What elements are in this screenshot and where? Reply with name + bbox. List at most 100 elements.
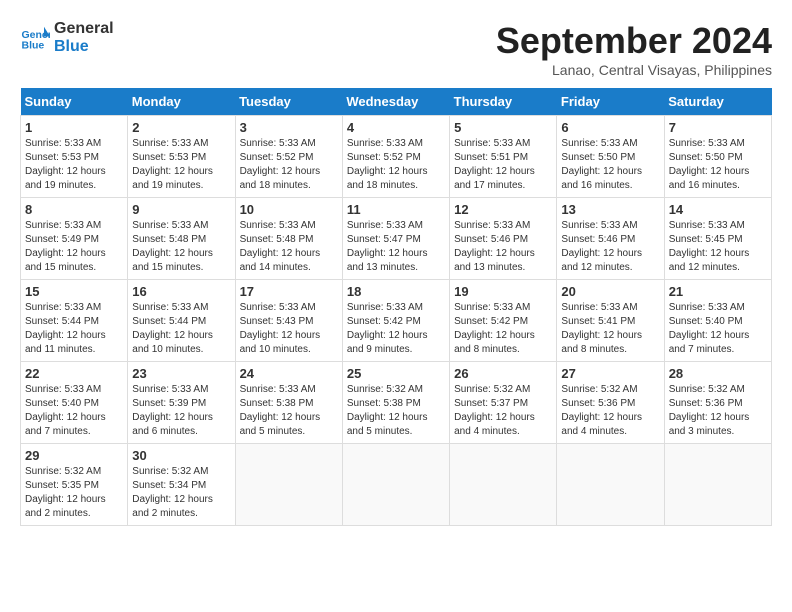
logo-icon: General Blue: [20, 23, 50, 53]
calendar-day-cell: [557, 444, 664, 526]
calendar-week-row: 22 Sunrise: 5:33 AMSunset: 5:40 PMDaylig…: [21, 362, 772, 444]
day-info: Sunrise: 5:32 AMSunset: 5:35 PMDaylight:…: [25, 466, 106, 519]
day-number: 6: [561, 120, 659, 135]
calendar-day-cell: 18 Sunrise: 5:33 AMSunset: 5:42 PMDaylig…: [342, 280, 449, 362]
calendar-day-cell: 25 Sunrise: 5:32 AMSunset: 5:38 PMDaylig…: [342, 362, 449, 444]
calendar-week-row: 8 Sunrise: 5:33 AMSunset: 5:49 PMDayligh…: [21, 198, 772, 280]
weekday-header: Wednesday: [342, 88, 449, 116]
day-number: 21: [669, 284, 767, 299]
title-block: September 2024 Lanao, Central Visayas, P…: [496, 20, 772, 78]
calendar-day-cell: [450, 444, 557, 526]
calendar-day-cell: 9 Sunrise: 5:33 AMSunset: 5:48 PMDayligh…: [128, 198, 235, 280]
svg-text:Blue: Blue: [22, 39, 45, 51]
day-number: 3: [240, 120, 338, 135]
calendar-body: 1 Sunrise: 5:33 AMSunset: 5:53 PMDayligh…: [21, 116, 772, 526]
day-number: 7: [669, 120, 767, 135]
day-info: Sunrise: 5:33 AMSunset: 5:51 PMDaylight:…: [454, 138, 535, 191]
day-info: Sunrise: 5:33 AMSunset: 5:42 PMDaylight:…: [347, 302, 428, 355]
day-number: 12: [454, 202, 552, 217]
day-number: 22: [25, 366, 123, 381]
calendar-day-cell: 1 Sunrise: 5:33 AMSunset: 5:53 PMDayligh…: [21, 116, 128, 198]
day-info: Sunrise: 5:32 AMSunset: 5:34 PMDaylight:…: [132, 466, 213, 519]
day-number: 27: [561, 366, 659, 381]
calendar-day-cell: 6 Sunrise: 5:33 AMSunset: 5:50 PMDayligh…: [557, 116, 664, 198]
day-number: 15: [25, 284, 123, 299]
calendar-day-cell: 14 Sunrise: 5:33 AMSunset: 5:45 PMDaylig…: [664, 198, 771, 280]
day-info: Sunrise: 5:33 AMSunset: 5:50 PMDaylight:…: [561, 138, 642, 191]
calendar-day-cell: 12 Sunrise: 5:33 AMSunset: 5:46 PMDaylig…: [450, 198, 557, 280]
calendar-day-cell: 23 Sunrise: 5:33 AMSunset: 5:39 PMDaylig…: [128, 362, 235, 444]
logo-line1: General: [54, 20, 114, 38]
day-info: Sunrise: 5:32 AMSunset: 5:36 PMDaylight:…: [561, 384, 642, 437]
day-info: Sunrise: 5:33 AMSunset: 5:53 PMDaylight:…: [25, 138, 106, 191]
day-number: 5: [454, 120, 552, 135]
day-number: 10: [240, 202, 338, 217]
day-info: Sunrise: 5:33 AMSunset: 5:52 PMDaylight:…: [347, 138, 428, 191]
location-subtitle: Lanao, Central Visayas, Philippines: [496, 62, 772, 78]
calendar-table: SundayMondayTuesdayWednesdayThursdayFrid…: [20, 88, 772, 526]
day-info: Sunrise: 5:33 AMSunset: 5:42 PMDaylight:…: [454, 302, 535, 355]
day-info: Sunrise: 5:33 AMSunset: 5:44 PMDaylight:…: [132, 302, 213, 355]
day-number: 16: [132, 284, 230, 299]
day-info: Sunrise: 5:32 AMSunset: 5:38 PMDaylight:…: [347, 384, 428, 437]
calendar-day-cell: 5 Sunrise: 5:33 AMSunset: 5:51 PMDayligh…: [450, 116, 557, 198]
day-info: Sunrise: 5:33 AMSunset: 5:47 PMDaylight:…: [347, 220, 428, 273]
day-number: 19: [454, 284, 552, 299]
day-info: Sunrise: 5:33 AMSunset: 5:44 PMDaylight:…: [25, 302, 106, 355]
day-number: 20: [561, 284, 659, 299]
calendar-day-cell: [235, 444, 342, 526]
month-title: September 2024: [496, 20, 772, 62]
day-info: Sunrise: 5:33 AMSunset: 5:39 PMDaylight:…: [132, 384, 213, 437]
calendar-day-cell: 28 Sunrise: 5:32 AMSunset: 5:36 PMDaylig…: [664, 362, 771, 444]
day-info: Sunrise: 5:33 AMSunset: 5:41 PMDaylight:…: [561, 302, 642, 355]
day-info: Sunrise: 5:33 AMSunset: 5:40 PMDaylight:…: [25, 384, 106, 437]
day-number: 30: [132, 448, 230, 463]
calendar-day-cell: 24 Sunrise: 5:33 AMSunset: 5:38 PMDaylig…: [235, 362, 342, 444]
weekday-header: Friday: [557, 88, 664, 116]
weekday-header: Saturday: [664, 88, 771, 116]
day-info: Sunrise: 5:33 AMSunset: 5:52 PMDaylight:…: [240, 138, 321, 191]
weekday-header: Monday: [128, 88, 235, 116]
day-info: Sunrise: 5:32 AMSunset: 5:37 PMDaylight:…: [454, 384, 535, 437]
day-info: Sunrise: 5:32 AMSunset: 5:36 PMDaylight:…: [669, 384, 750, 437]
day-number: 14: [669, 202, 767, 217]
day-number: 9: [132, 202, 230, 217]
day-number: 29: [25, 448, 123, 463]
calendar-day-cell: 19 Sunrise: 5:33 AMSunset: 5:42 PMDaylig…: [450, 280, 557, 362]
day-info: Sunrise: 5:33 AMSunset: 5:46 PMDaylight:…: [454, 220, 535, 273]
calendar-day-cell: 4 Sunrise: 5:33 AMSunset: 5:52 PMDayligh…: [342, 116, 449, 198]
calendar-day-cell: 10 Sunrise: 5:33 AMSunset: 5:48 PMDaylig…: [235, 198, 342, 280]
calendar-day-cell: 17 Sunrise: 5:33 AMSunset: 5:43 PMDaylig…: [235, 280, 342, 362]
day-number: 25: [347, 366, 445, 381]
day-info: Sunrise: 5:33 AMSunset: 5:49 PMDaylight:…: [25, 220, 106, 273]
weekday-header: Sunday: [21, 88, 128, 116]
day-number: 11: [347, 202, 445, 217]
calendar-day-cell: 2 Sunrise: 5:33 AMSunset: 5:53 PMDayligh…: [128, 116, 235, 198]
day-info: Sunrise: 5:33 AMSunset: 5:43 PMDaylight:…: [240, 302, 321, 355]
page-header: General Blue General Blue September 2024…: [20, 20, 772, 78]
day-number: 18: [347, 284, 445, 299]
day-number: 17: [240, 284, 338, 299]
day-number: 26: [454, 366, 552, 381]
calendar-day-cell: 13 Sunrise: 5:33 AMSunset: 5:46 PMDaylig…: [557, 198, 664, 280]
day-number: 28: [669, 366, 767, 381]
day-info: Sunrise: 5:33 AMSunset: 5:50 PMDaylight:…: [669, 138, 750, 191]
calendar-day-cell: [664, 444, 771, 526]
calendar-day-cell: 15 Sunrise: 5:33 AMSunset: 5:44 PMDaylig…: [21, 280, 128, 362]
weekday-header: Tuesday: [235, 88, 342, 116]
day-info: Sunrise: 5:33 AMSunset: 5:38 PMDaylight:…: [240, 384, 321, 437]
calendar-day-cell: 3 Sunrise: 5:33 AMSunset: 5:52 PMDayligh…: [235, 116, 342, 198]
calendar-day-cell: 21 Sunrise: 5:33 AMSunset: 5:40 PMDaylig…: [664, 280, 771, 362]
calendar-week-row: 1 Sunrise: 5:33 AMSunset: 5:53 PMDayligh…: [21, 116, 772, 198]
day-number: 8: [25, 202, 123, 217]
calendar-day-cell: 26 Sunrise: 5:32 AMSunset: 5:37 PMDaylig…: [450, 362, 557, 444]
calendar-header-row: SundayMondayTuesdayWednesdayThursdayFrid…: [21, 88, 772, 116]
day-number: 13: [561, 202, 659, 217]
calendar-day-cell: 8 Sunrise: 5:33 AMSunset: 5:49 PMDayligh…: [21, 198, 128, 280]
calendar-week-row: 29 Sunrise: 5:32 AMSunset: 5:35 PMDaylig…: [21, 444, 772, 526]
day-info: Sunrise: 5:33 AMSunset: 5:48 PMDaylight:…: [132, 220, 213, 273]
day-info: Sunrise: 5:33 AMSunset: 5:45 PMDaylight:…: [669, 220, 750, 273]
day-number: 24: [240, 366, 338, 381]
weekday-header: Thursday: [450, 88, 557, 116]
day-info: Sunrise: 5:33 AMSunset: 5:48 PMDaylight:…: [240, 220, 321, 273]
